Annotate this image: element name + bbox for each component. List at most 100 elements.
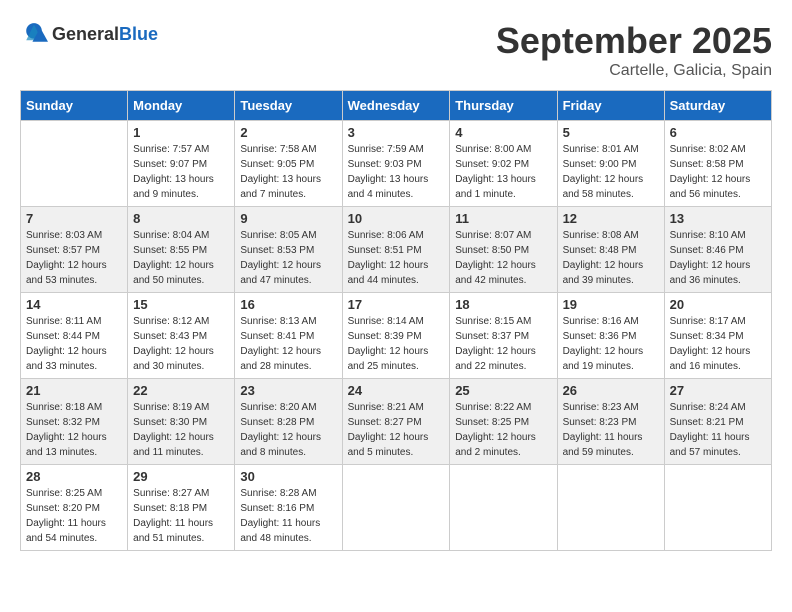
day-info: Sunrise: 8:28 AMSunset: 8:16 PMDaylight:… [240, 488, 320, 544]
day-number: 30 [240, 469, 336, 484]
day-number: 8 [133, 211, 229, 226]
calendar-row-3: 21Sunrise: 8:18 AMSunset: 8:32 PMDayligh… [21, 379, 772, 465]
day-info: Sunrise: 8:19 AMSunset: 8:30 PMDaylight:… [133, 402, 214, 458]
day-number: 7 [26, 211, 122, 226]
day-info: Sunrise: 8:17 AMSunset: 8:34 PMDaylight:… [670, 316, 751, 372]
day-number: 18 [455, 297, 551, 312]
calendar-header-friday: Friday [557, 91, 664, 121]
day-number: 4 [455, 125, 551, 140]
calendar-cell: 7 Sunrise: 8:03 AMSunset: 8:57 PMDaylight… [21, 207, 128, 293]
calendar-row-4: 28Sunrise: 8:25 AMSunset: 8:20 PMDayligh… [21, 465, 772, 551]
calendar-cell: 15 Sunrise: 8:12 AMSunset: 8:43 PMDayligh… [128, 293, 235, 379]
calendar-row-1: 7 Sunrise: 8:03 AMSunset: 8:57 PMDaylight… [21, 207, 772, 293]
calendar-cell: 17 Sunrise: 8:14 AMSunset: 8:39 PMDayligh… [342, 293, 450, 379]
calendar-cell: 4 Sunrise: 8:00 AMSunset: 9:02 PMDaylight… [450, 121, 557, 207]
day-info: Sunrise: 8:03 AMSunset: 8:57 PMDaylight:… [26, 230, 107, 286]
day-info: Sunrise: 8:15 AMSunset: 8:37 PMDaylight:… [455, 316, 536, 372]
logo-icon [20, 20, 48, 48]
day-number: 1 [133, 125, 229, 140]
day-info: Sunrise: 8:01 AMSunset: 9:00 PMDaylight:… [563, 144, 644, 200]
day-number: 11 [455, 211, 551, 226]
day-number: 12 [563, 211, 659, 226]
calendar-header-wednesday: Wednesday [342, 91, 450, 121]
day-info: Sunrise: 7:57 AMSunset: 9:07 PMDaylight:… [133, 144, 214, 200]
calendar-cell: 28Sunrise: 8:25 AMSunset: 8:20 PMDayligh… [21, 465, 128, 551]
day-info: Sunrise: 8:07 AMSunset: 8:50 PMDaylight:… [455, 230, 536, 286]
day-info: Sunrise: 8:14 AMSunset: 8:39 PMDaylight:… [348, 316, 429, 372]
day-info: Sunrise: 8:24 AMSunset: 8:21 PMDaylight:… [670, 402, 750, 458]
day-info: Sunrise: 8:16 AMSunset: 8:36 PMDaylight:… [563, 316, 644, 372]
day-number: 20 [670, 297, 766, 312]
day-info: Sunrise: 8:00 AMSunset: 9:02 PMDaylight:… [455, 144, 536, 200]
header: GeneralBlue September 2025 Cartelle, Gal… [20, 20, 772, 80]
day-number: 2 [240, 125, 336, 140]
calendar-header-tuesday: Tuesday [235, 91, 342, 121]
day-info: Sunrise: 8:21 AMSunset: 8:27 PMDaylight:… [348, 402, 429, 458]
day-number: 6 [670, 125, 766, 140]
calendar-row-0: 1 Sunrise: 7:57 AMSunset: 9:07 PMDaylight… [21, 121, 772, 207]
day-number: 19 [563, 297, 659, 312]
calendar-cell: 3 Sunrise: 7:59 AMSunset: 9:03 PMDaylight… [342, 121, 450, 207]
day-number: 24 [348, 383, 445, 398]
calendar-cell: 26 Sunrise: 8:23 AMSunset: 8:23 PMDayligh… [557, 379, 664, 465]
day-info: Sunrise: 8:18 AMSunset: 8:32 PMDaylight:… [26, 402, 107, 458]
calendar-cell: 22 Sunrise: 8:19 AMSunset: 8:30 PMDayligh… [128, 379, 235, 465]
calendar-cell: 20 Sunrise: 8:17 AMSunset: 8:34 PMDayligh… [664, 293, 771, 379]
day-number: 28 [26, 469, 122, 484]
calendar-cell: 12 Sunrise: 8:08 AMSunset: 8:48 PMDayligh… [557, 207, 664, 293]
day-info: Sunrise: 7:59 AMSunset: 9:03 PMDaylight:… [348, 144, 429, 200]
calendar-header-row: SundayMondayTuesdayWednesdayThursdayFrid… [21, 91, 772, 121]
calendar-cell: 5 Sunrise: 8:01 AMSunset: 9:00 PMDaylight… [557, 121, 664, 207]
location-title: Cartelle, Galicia, Spain [496, 62, 772, 80]
day-info: Sunrise: 8:06 AMSunset: 8:51 PMDaylight:… [348, 230, 429, 286]
calendar-header-sunday: Sunday [21, 91, 128, 121]
day-number: 29 [133, 469, 229, 484]
calendar-cell: 6 Sunrise: 8:02 AMSunset: 8:58 PMDaylight… [664, 121, 771, 207]
logo: GeneralBlue [20, 20, 158, 48]
day-number: 27 [670, 383, 766, 398]
calendar-cell [557, 465, 664, 551]
day-info: Sunrise: 8:05 AMSunset: 8:53 PMDaylight:… [240, 230, 321, 286]
day-info: Sunrise: 8:13 AMSunset: 8:41 PMDaylight:… [240, 316, 321, 372]
calendar-cell: 10 Sunrise: 8:06 AMSunset: 8:51 PMDayligh… [342, 207, 450, 293]
calendar-header-thursday: Thursday [450, 91, 557, 121]
day-number: 10 [348, 211, 445, 226]
calendar-table: SundayMondayTuesdayWednesdayThursdayFrid… [20, 90, 772, 551]
day-info: Sunrise: 8:27 AMSunset: 8:18 PMDaylight:… [133, 488, 213, 544]
calendar-header-saturday: Saturday [664, 91, 771, 121]
day-number: 9 [240, 211, 336, 226]
calendar-cell: 11 Sunrise: 8:07 AMSunset: 8:50 PMDayligh… [450, 207, 557, 293]
calendar-cell [664, 465, 771, 551]
calendar-cell: 21Sunrise: 8:18 AMSunset: 8:32 PMDayligh… [21, 379, 128, 465]
calendar-row-2: 14Sunrise: 8:11 AMSunset: 8:44 PMDayligh… [21, 293, 772, 379]
day-info: Sunrise: 8:23 AMSunset: 8:23 PMDaylight:… [563, 402, 643, 458]
calendar-cell: 19 Sunrise: 8:16 AMSunset: 8:36 PMDayligh… [557, 293, 664, 379]
day-info: Sunrise: 8:10 AMSunset: 8:46 PMDaylight:… [670, 230, 751, 286]
calendar-cell: 1 Sunrise: 7:57 AMSunset: 9:07 PMDaylight… [128, 121, 235, 207]
day-info: Sunrise: 8:22 AMSunset: 8:25 PMDaylight:… [455, 402, 536, 458]
calendar-cell: 9 Sunrise: 8:05 AMSunset: 8:53 PMDaylight… [235, 207, 342, 293]
calendar-cell: 30 Sunrise: 8:28 AMSunset: 8:16 PMDayligh… [235, 465, 342, 551]
day-number: 14 [26, 297, 122, 312]
day-number: 5 [563, 125, 659, 140]
day-number: 3 [348, 125, 445, 140]
calendar-cell [21, 121, 128, 207]
calendar-header-monday: Monday [128, 91, 235, 121]
calendar-cell: 27 Sunrise: 8:24 AMSunset: 8:21 PMDayligh… [664, 379, 771, 465]
logo-text-general: General [52, 24, 119, 44]
day-number: 15 [133, 297, 229, 312]
calendar-cell: 2 Sunrise: 7:58 AMSunset: 9:05 PMDaylight… [235, 121, 342, 207]
calendar-cell: 18 Sunrise: 8:15 AMSunset: 8:37 PMDayligh… [450, 293, 557, 379]
day-info: Sunrise: 8:20 AMSunset: 8:28 PMDaylight:… [240, 402, 321, 458]
calendar-cell [450, 465, 557, 551]
day-info: Sunrise: 8:12 AMSunset: 8:43 PMDaylight:… [133, 316, 214, 372]
day-info: Sunrise: 8:08 AMSunset: 8:48 PMDaylight:… [563, 230, 644, 286]
day-info: Sunrise: 7:58 AMSunset: 9:05 PMDaylight:… [240, 144, 321, 200]
day-number: 22 [133, 383, 229, 398]
day-number: 16 [240, 297, 336, 312]
day-number: 26 [563, 383, 659, 398]
day-info: Sunrise: 8:02 AMSunset: 8:58 PMDaylight:… [670, 144, 751, 200]
calendar-cell: 8Sunrise: 8:04 AMSunset: 8:55 PMDaylight… [128, 207, 235, 293]
title-area: September 2025 Cartelle, Galicia, Spain [496, 20, 772, 80]
day-number: 17 [348, 297, 445, 312]
